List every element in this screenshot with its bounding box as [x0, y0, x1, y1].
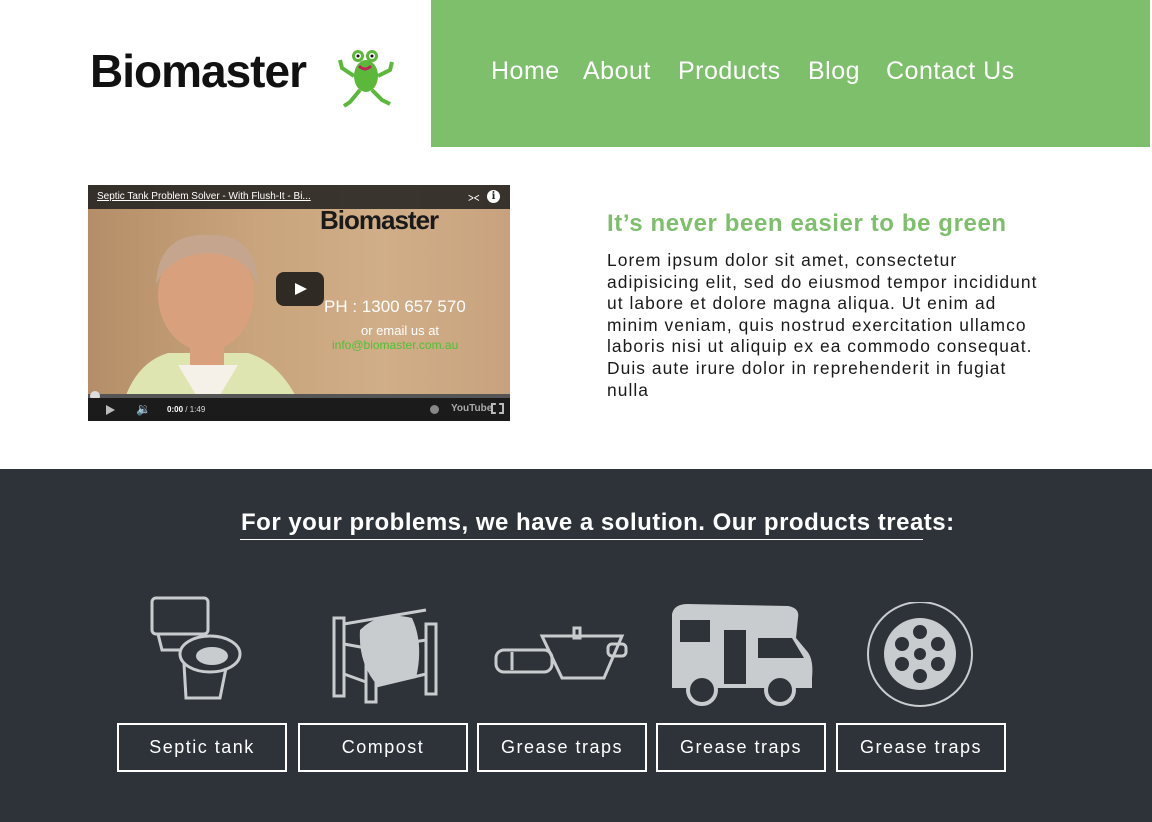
compost-button[interactable]: Compost — [298, 723, 468, 772]
video-thumbnail-person — [118, 234, 307, 421]
products-heading: For your problems, we have a solution. O… — [241, 509, 955, 536]
grease-traps-button[interactable]: Grease traps — [477, 723, 647, 772]
youtube-logo[interactable]: YouTube — [451, 403, 492, 414]
compost-bin-icon — [332, 608, 438, 704]
toilet-icon — [150, 596, 242, 700]
video-player[interactable]: Septic Tank Problem Solver - With Flush-… — [88, 185, 510, 421]
video-title[interactable]: Septic Tank Problem Solver - With Flush-… — [97, 191, 311, 202]
volume-icon[interactable]: 🔉 — [136, 402, 151, 416]
logo-text: Biomaster — [90, 45, 307, 97]
play-button[interactable] — [276, 272, 324, 306]
video-logo-text: Biomaster — [320, 205, 439, 235]
share-icon[interactable]: ⪥ — [468, 189, 479, 205]
watch-later-icon[interactable] — [430, 405, 439, 414]
biomaster-logo[interactable]: Biomaster — [90, 44, 395, 114]
video-time: 0:00 / 1:49 — [167, 405, 205, 414]
grease-traps-button-2[interactable]: Grease traps — [656, 723, 826, 772]
video-phone: PH : 1300 657 570 — [324, 297, 466, 316]
video-email: info@biomaster.com.au — [332, 338, 459, 352]
drain-icon — [867, 602, 973, 707]
info-icon[interactable]: i — [487, 190, 500, 203]
nav-home[interactable]: Home — [491, 57, 560, 86]
time-total: / 1:49 — [185, 405, 206, 414]
grease-trap-icon — [494, 626, 628, 680]
nav-contact-us[interactable]: Contact Us — [886, 57, 1015, 86]
intro-text: Lorem ipsum dolor sit amet, consectetur … — [607, 250, 1038, 400]
septic-tank-button[interactable]: Septic tank — [117, 723, 287, 772]
video-controls — [88, 398, 510, 421]
fullscreen-icon[interactable] — [491, 403, 504, 414]
grease-traps-button-3[interactable]: Grease traps — [836, 723, 1006, 772]
nav-about[interactable]: About — [583, 57, 651, 86]
heading-underline — [240, 539, 923, 540]
intro-heading: It’s never been easier to be green — [607, 210, 1007, 237]
main-nav: Home About Products Blog Contact Us — [431, 0, 1150, 147]
nav-products[interactable]: Products — [678, 57, 781, 86]
time-current: 0:00 — [167, 405, 184, 414]
play-small-icon[interactable] — [106, 405, 115, 415]
frog-icon — [338, 50, 394, 108]
nav-blog[interactable]: Blog — [808, 57, 860, 86]
video-email-label: or email us at — [361, 323, 440, 338]
motorhome-icon — [672, 604, 813, 706]
